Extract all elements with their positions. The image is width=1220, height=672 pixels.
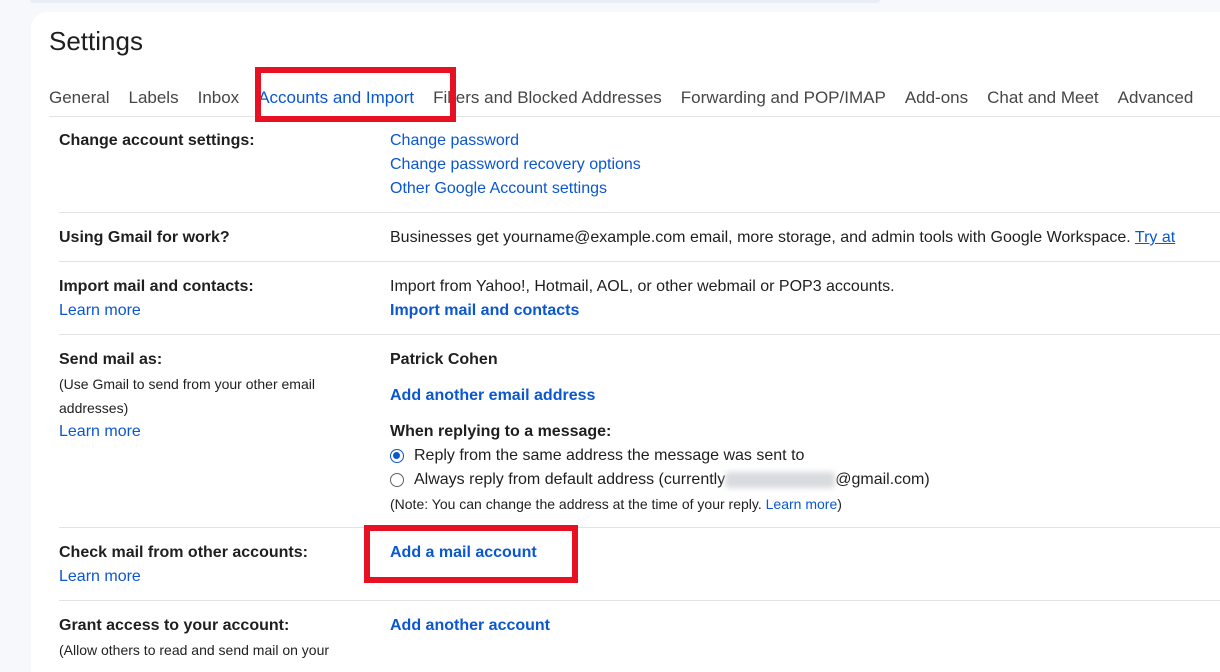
import-text: Import from Yahoo!, Hotmail, AOL, or oth… [390, 278, 895, 295]
check-mail-value: Add a mail account [390, 541, 1220, 565]
gmail-work-value: Businesses get yourname@example.com emai… [390, 226, 1220, 250]
tab-chat-and-meet[interactable]: Chat and Meet [987, 85, 1099, 111]
add-another-account-link[interactable]: Add another account [390, 614, 1220, 638]
row-change-account: Change account settings: Change password… [59, 128, 1220, 213]
tab-accounts-and-import[interactable]: Accounts and Import [258, 85, 414, 111]
change-account-label: Change account settings: [59, 132, 255, 149]
reply-option-same-label: Reply from the same address the message … [414, 447, 805, 464]
import-value: Import from Yahoo!, Hotmail, AOL, or oth… [390, 275, 1220, 323]
tab-filters[interactable]: Filters and Blocked Addresses [433, 85, 662, 111]
grant-access-subtext: (Allow others to read and send mail on y… [59, 642, 330, 658]
grant-access-value: Add another account [390, 614, 1220, 638]
reply-note-learn-more-link[interactable]: Learn more [766, 496, 838, 512]
tab-forwarding[interactable]: Forwarding and POP/IMAP [681, 85, 886, 111]
import-label: Import mail and contacts: [59, 278, 254, 295]
add-email-address-link[interactable]: Add another email address [390, 384, 1220, 408]
row-import: Import mail and contacts: Learn more Imp… [59, 262, 1220, 335]
row-gmail-work: Using Gmail for work? Businesses get you… [59, 213, 1220, 262]
tab-advanced[interactable]: Advanced [1118, 85, 1194, 111]
row-check-mail: Check mail from other accounts: Learn mo… [59, 528, 1220, 601]
import-learn-more-link[interactable]: Learn more [59, 299, 359, 323]
reply-heading: When replying to a message: [390, 423, 612, 440]
row-grant-access: Grant access to your account: (Allow oth… [59, 601, 1220, 672]
top-bar-edge [30, 0, 880, 3]
settings-tabs: General Labels Inbox Accounts and Import… [49, 80, 1212, 116]
reply-note: (Note: You can change the address at the… [390, 492, 1220, 516]
send-as-learn-more-link[interactable]: Learn more [59, 420, 339, 444]
reply-option-default-prefix: Always reply from default address (curre… [414, 471, 726, 488]
tabs-divider [49, 116, 1220, 117]
reply-note-text: (Note: You can change the address at the… [390, 496, 762, 512]
reply-note-close: ) [837, 496, 842, 512]
check-mail-learn-more-link[interactable]: Learn more [59, 565, 359, 589]
import-mail-contacts-link[interactable]: Import mail and contacts [390, 299, 1220, 323]
redacted-email [725, 472, 836, 488]
row-send-mail-as: Send mail as: (Use Gmail to send from yo… [59, 335, 1220, 528]
tab-add-ons[interactable]: Add-ons [905, 85, 968, 111]
reply-option-default[interactable]: Always reply from default address (curre… [390, 468, 1220, 492]
gmail-work-text: Businesses get yourname@example.com emai… [390, 229, 1131, 246]
send-as-value: Patrick Cohen Add another email address … [390, 348, 1220, 516]
recovery-options-link[interactable]: Change password recovery options [390, 153, 1220, 177]
radio-selected-icon[interactable] [390, 449, 404, 463]
send-as-label-block: Send mail as: (Use Gmail to send from yo… [59, 348, 339, 444]
try-workspace-link[interactable]: Try at [1135, 229, 1175, 246]
send-as-subtext: (Use Gmail to send from your other email… [59, 376, 315, 416]
page-title: Settings [49, 26, 143, 56]
tab-general[interactable]: General [49, 85, 109, 111]
google-account-settings-link[interactable]: Other Google Account settings [390, 177, 1220, 201]
sender-name: Patrick Cohen [390, 351, 498, 368]
radio-unselected-icon[interactable] [390, 473, 404, 487]
change-password-link[interactable]: Change password [390, 129, 1220, 153]
grant-access-label-block: Grant access to your account: (Allow oth… [59, 614, 359, 662]
add-mail-account-link[interactable]: Add a mail account [390, 541, 1220, 565]
change-account-links: Change password Change password recovery… [390, 129, 1220, 201]
check-mail-label-block: Check mail from other accounts: Learn mo… [59, 541, 359, 589]
tab-inbox[interactable]: Inbox [198, 85, 240, 111]
grant-access-label: Grant access to your account: [59, 617, 290, 634]
send-as-label: Send mail as: [59, 351, 163, 368]
reply-option-default-suffix: @gmail.com) [835, 471, 930, 488]
import-label-block: Import mail and contacts: Learn more [59, 275, 359, 323]
settings-panel: Settings General Labels Inbox Accounts a… [31, 12, 1220, 672]
gmail-work-label: Using Gmail for work? [59, 229, 230, 246]
reply-option-same[interactable]: Reply from the same address the message … [390, 444, 1220, 468]
check-mail-label: Check mail from other accounts: [59, 544, 308, 561]
tab-labels[interactable]: Labels [128, 85, 178, 111]
